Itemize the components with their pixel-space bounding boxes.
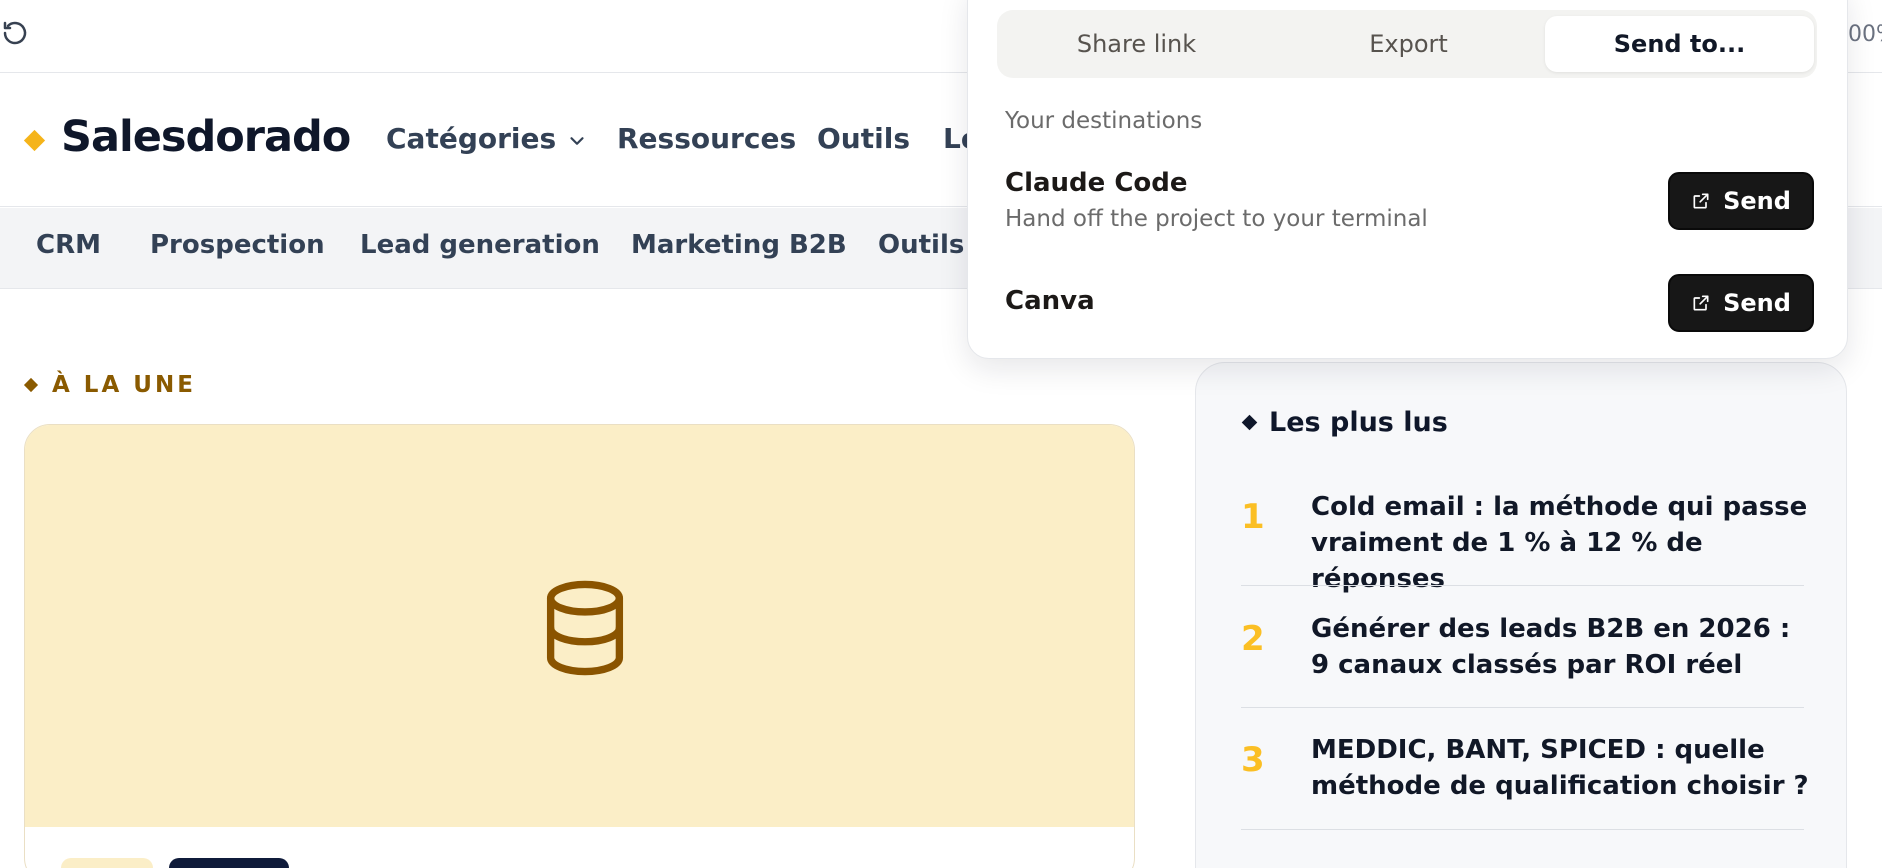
chevron-down-icon <box>570 136 584 145</box>
diamond-icon <box>23 377 39 393</box>
send-button-label: Send <box>1723 187 1791 215</box>
most-read-header: Les plus lus <box>1241 407 1448 438</box>
send-button-canva[interactable]: Send <box>1668 274 1814 332</box>
rank-number: 2 <box>1241 619 1265 659</box>
category-tag[interactable] <box>169 858 289 868</box>
tab-export[interactable]: Export <box>1274 16 1543 72</box>
destination-name: Claude Code <box>1005 168 1188 198</box>
external-link-icon <box>1693 295 1709 311</box>
divider <box>1241 585 1804 586</box>
diamond-icon <box>1241 414 1258 431</box>
send-button-label: Send <box>1723 289 1791 317</box>
destinations-heading: Your destinations <box>1005 108 1203 134</box>
send-button-claude-code[interactable]: Send <box>1668 172 1814 230</box>
article-title: Cold email : la méthode qui passe vraime… <box>1311 492 1808 594</box>
featured-label: À LA UNE <box>52 372 196 398</box>
destination-description: Hand off the project to your terminal <box>1005 206 1428 232</box>
category-lead-generation[interactable]: Lead generation <box>360 230 600 260</box>
site-logo[interactable]: Salesdorado <box>61 112 351 162</box>
nav-item-tools[interactable]: Outils <box>817 122 910 155</box>
rank-number: 3 <box>1241 740 1265 780</box>
reload-icon[interactable] <box>0 18 30 48</box>
external-link-icon <box>1693 193 1709 209</box>
category-tools[interactable]: Outils <box>878 230 964 260</box>
tab-share-link[interactable]: Share link <box>1002 16 1271 72</box>
category-tag[interactable] <box>61 858 153 868</box>
most-read-title: Les plus lus <box>1269 407 1448 438</box>
most-read-panel: Les plus lus 1 Cold email : la méthode q… <box>1195 362 1847 868</box>
nav-item-label: Catégories <box>386 122 557 155</box>
featured-article-card[interactable] <box>24 424 1135 868</box>
nav-item-categories[interactable]: Catégories <box>386 122 588 155</box>
article-title: Générer des leads B2B en 2026 : 9 canaux… <box>1311 614 1791 680</box>
nav-item-label: Outils <box>817 122 910 155</box>
featured-eyebrow: À LA UNE <box>23 372 196 398</box>
featured-media <box>25 425 1134 827</box>
category-marketing-b2b[interactable]: Marketing B2B <box>631 230 847 260</box>
divider <box>1241 707 1804 708</box>
article-title: MEDDIC, BANT, SPICED : quelle méthode de… <box>1311 735 1809 801</box>
category-crm[interactable]: CRM <box>36 230 101 260</box>
divider <box>1241 829 1804 830</box>
category-prospection[interactable]: Prospection <box>150 230 325 260</box>
nav-item-label: Ressources <box>617 122 797 155</box>
logo-diamond-icon <box>23 129 46 152</box>
tab-send-to[interactable]: Send to... <box>1545 16 1814 72</box>
zoom-level[interactable]: 00% <box>1848 22 1882 47</box>
database-icon <box>546 580 624 676</box>
share-tabs: Share link Export Send to... <box>997 10 1817 78</box>
nav-item-resources[interactable]: Ressources <box>617 122 796 155</box>
rank-number: 1 <box>1241 497 1265 537</box>
destination-name: Canva <box>1005 286 1095 316</box>
share-popover: Share link Export Send to... Your destin… <box>967 0 1848 359</box>
